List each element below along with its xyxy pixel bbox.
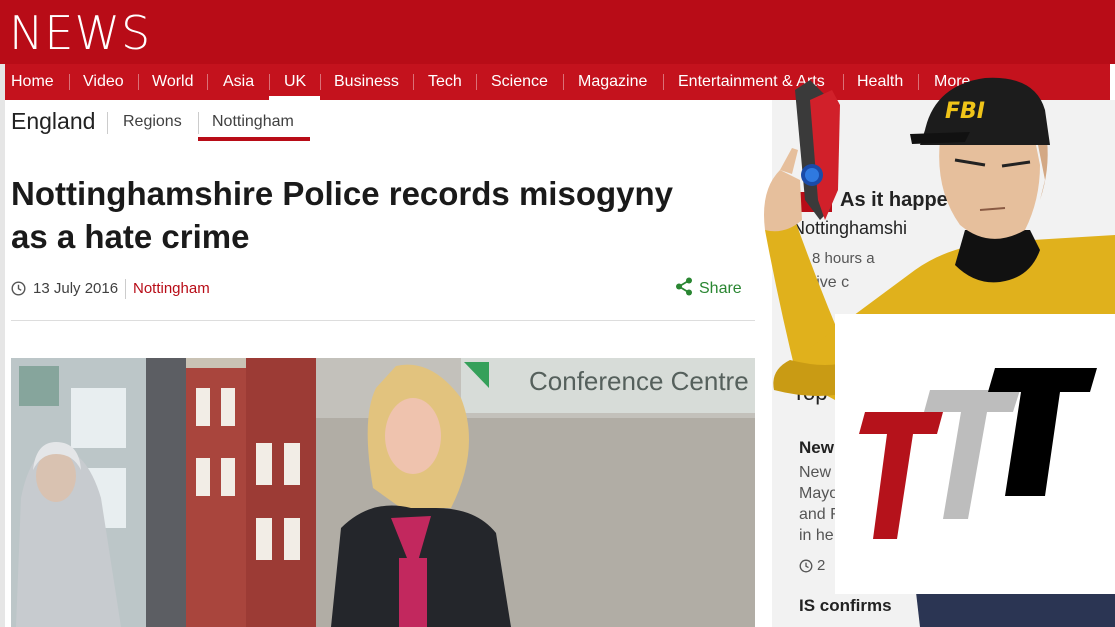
article-divider xyxy=(11,320,755,321)
subnav-active-indicator xyxy=(198,137,310,141)
masthead: NEWS xyxy=(0,0,1115,64)
subnav-divider xyxy=(198,112,199,134)
article-section-link[interactable]: Nottingham xyxy=(133,280,210,297)
nav-divider xyxy=(563,74,564,90)
news-logo[interactable]: NEWS xyxy=(9,6,151,60)
photo-sign-text: Conference Centre xyxy=(529,366,749,396)
headline-line-1: Nottinghamshire Police records misogyny xyxy=(11,175,673,212)
nav-item-magazine[interactable]: Magazine xyxy=(578,64,647,100)
ttt-logo-mark xyxy=(859,368,1097,539)
nav-item-video[interactable]: Video xyxy=(83,64,124,100)
meta-divider xyxy=(125,279,126,299)
nav-divider xyxy=(69,74,70,90)
nav-item-tech[interactable]: Tech xyxy=(428,64,462,100)
nav-divider xyxy=(320,74,321,90)
photo-scene: Conference Centre xyxy=(11,358,755,627)
nav-item-business[interactable]: Business xyxy=(334,64,399,100)
subnav-item-regions[interactable]: Regions xyxy=(123,113,182,131)
article-headline: Nottinghamshire Police records misogyny … xyxy=(11,172,771,258)
ttt-logo xyxy=(835,314,1115,594)
nav-active-indicator xyxy=(269,96,320,100)
share-icon xyxy=(676,277,692,296)
nav-divider xyxy=(269,74,270,90)
nav-divider xyxy=(207,74,208,90)
nav-divider xyxy=(476,74,477,90)
section-title[interactable]: England xyxy=(11,108,95,135)
article-photo[interactable]: Conference Centre xyxy=(11,358,755,627)
nav-divider xyxy=(413,74,414,90)
nav-divider xyxy=(138,74,139,90)
nav-item-uk[interactable]: UK xyxy=(284,64,306,100)
clock-icon xyxy=(11,281,26,296)
share-button[interactable]: Share xyxy=(675,277,742,298)
nav-item-home[interactable]: Home xyxy=(11,64,54,100)
nav-item-world[interactable]: World xyxy=(152,64,194,100)
article-date: 13 July 2016 xyxy=(33,280,119,297)
nav-item-science[interactable]: Science xyxy=(491,64,548,100)
headline-line-2: as a hate crime xyxy=(11,218,250,255)
subnav-item-nottingham[interactable]: Nottingham xyxy=(212,113,294,131)
share-label: Share xyxy=(699,280,742,297)
subnav-divider xyxy=(107,112,108,134)
fbi-cap-text: FBI xyxy=(945,99,985,124)
nav-divider xyxy=(663,74,664,90)
nav-item-asia[interactable]: Asia xyxy=(223,64,254,100)
